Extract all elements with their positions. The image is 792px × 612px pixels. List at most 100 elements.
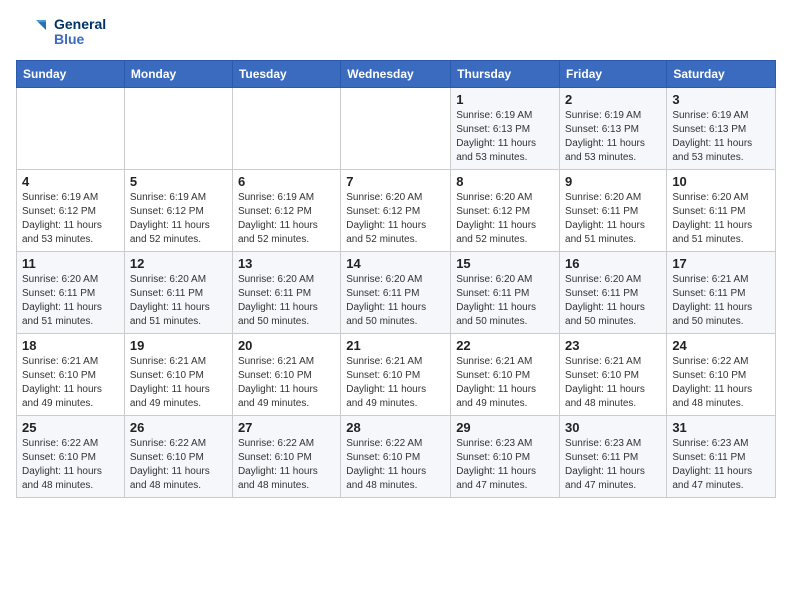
calendar-cell: 1 Sunrise: 6:19 AM Sunset: 6:13 PM Daylig… bbox=[451, 88, 560, 170]
day-number: 7 bbox=[346, 174, 445, 189]
day-number: 27 bbox=[238, 420, 335, 435]
day-number: 15 bbox=[456, 256, 554, 271]
calendar-cell: 18Sunrise: 6:21 AM Sunset: 6:10 PM Dayli… bbox=[17, 334, 125, 416]
week-row-1: 1 Sunrise: 6:19 AM Sunset: 6:13 PM Daylig… bbox=[17, 88, 776, 170]
day-number: 9 bbox=[565, 174, 661, 189]
weekday-header-monday: Monday bbox=[124, 61, 232, 88]
logo-general: General bbox=[54, 17, 106, 32]
day-number: 1 bbox=[456, 92, 554, 107]
day-number: 3 bbox=[672, 92, 770, 107]
calendar-cell: 11 Sunrise: 6:20 AM Sunset: 6:11 PM Dayli… bbox=[17, 252, 125, 334]
day-info: Sunrise: 6:20 AM Sunset: 6:11 PM Dayligh… bbox=[565, 191, 661, 247]
logo-blue: Blue bbox=[54, 32, 106, 47]
week-row-4: 18 Sunrise: 6:21 AM Sunset: 6:10 PM Dayli… bbox=[17, 334, 776, 416]
calendar-cell: 24 Sunrise: 6:22 AM Sunset: 6:10 PM Dayli… bbox=[667, 334, 776, 416]
calendar-cell bbox=[232, 88, 340, 170]
calendar-cell: 17 Sunrise: 6:21 AM Sunset: 6:11 PM Dayli… bbox=[667, 252, 776, 334]
logo: General Blue bbox=[16, 16, 106, 48]
calendar-cell: 14Sunrise: 6:20 AM Sunset: 6:11 PM Dayli… bbox=[341, 252, 451, 334]
day-info: Sunrise: 6:22 AM Sunset: 6:10 PM Dayligh… bbox=[346, 437, 445, 493]
day-info: Sunrise: 6:23 AM Sunset: 6:11 PM Dayligh… bbox=[672, 437, 770, 493]
day-number: 12 bbox=[130, 256, 227, 271]
calendar-cell: 27 Sunrise: 6:22 AM Sunset: 6:10 PM Dayli… bbox=[232, 416, 340, 498]
day-number: 19 bbox=[130, 338, 227, 353]
weekday-header-friday: Friday bbox=[560, 61, 667, 88]
day-info: Sunrise: 6:21 AM Sunset: 6:11 PM Dayligh… bbox=[672, 273, 770, 329]
calendar-cell: 12 Sunrise: 6:20 AM Sunset: 6:11 PM Dayli… bbox=[124, 252, 232, 334]
calendar-cell: 30Sunrise: 6:23 AM Sunset: 6:11 PM Dayli… bbox=[560, 416, 667, 498]
calendar-cell: 20Sunrise: 6:21 AM Sunset: 6:10 PM Dayli… bbox=[232, 334, 340, 416]
day-number: 18 bbox=[22, 338, 119, 353]
day-number: 23 bbox=[565, 338, 661, 353]
calendar-cell: 16 Sunrise: 6:20 AM Sunset: 6:11 PM Dayli… bbox=[560, 252, 667, 334]
day-info: Sunrise: 6:20 AM Sunset: 6:11 PM Dayligh… bbox=[22, 273, 119, 329]
day-info: Sunrise: 6:22 AM Sunset: 6:10 PM Dayligh… bbox=[238, 437, 335, 493]
calendar-cell: 22 Sunrise: 6:21 AM Sunset: 6:10 PM Dayli… bbox=[451, 334, 560, 416]
day-info: Sunrise: 6:19 AM Sunset: 6:12 PM Dayligh… bbox=[22, 191, 119, 247]
day-number: 29 bbox=[456, 420, 554, 435]
calendar-cell: 29Sunrise: 6:23 AM Sunset: 6:10 PM Dayli… bbox=[451, 416, 560, 498]
day-number: 6 bbox=[238, 174, 335, 189]
weekday-header-saturday: Saturday bbox=[667, 61, 776, 88]
logo-svg bbox=[16, 16, 48, 48]
day-number: 24 bbox=[672, 338, 770, 353]
day-info: Sunrise: 6:23 AM Sunset: 6:11 PM Dayligh… bbox=[565, 437, 661, 493]
day-info: Sunrise: 6:20 AM Sunset: 6:11 PM Dayligh… bbox=[672, 191, 770, 247]
day-number: 14 bbox=[346, 256, 445, 271]
weekday-header-wednesday: Wednesday bbox=[341, 61, 451, 88]
calendar-cell bbox=[341, 88, 451, 170]
day-number: 28 bbox=[346, 420, 445, 435]
day-info: Sunrise: 6:19 AM Sunset: 6:13 PM Dayligh… bbox=[456, 109, 554, 165]
day-info: Sunrise: 6:22 AM Sunset: 6:10 PM Dayligh… bbox=[672, 355, 770, 411]
day-info: Sunrise: 6:20 AM Sunset: 6:11 PM Dayligh… bbox=[238, 273, 335, 329]
calendar-cell: 10 Sunrise: 6:20 AM Sunset: 6:11 PM Dayli… bbox=[667, 170, 776, 252]
calendar-cell: 7 Sunrise: 6:20 AM Sunset: 6:12 PM Daylig… bbox=[341, 170, 451, 252]
calendar-cell: 4Sunrise: 6:19 AM Sunset: 6:12 PM Daylig… bbox=[17, 170, 125, 252]
day-number: 2 bbox=[565, 92, 661, 107]
calendar-cell: 3 Sunrise: 6:19 AM Sunset: 6:13 PM Daylig… bbox=[667, 88, 776, 170]
day-number: 16 bbox=[565, 256, 661, 271]
day-number: 22 bbox=[456, 338, 554, 353]
day-number: 26 bbox=[130, 420, 227, 435]
day-info: Sunrise: 6:20 AM Sunset: 6:11 PM Dayligh… bbox=[456, 273, 554, 329]
calendar-cell: 6 Sunrise: 6:19 AM Sunset: 6:12 PM Daylig… bbox=[232, 170, 340, 252]
calendar-cell: 23 Sunrise: 6:21 AM Sunset: 6:10 PM Dayli… bbox=[560, 334, 667, 416]
calendar-cell: 8 Sunrise: 6:20 AM Sunset: 6:12 PM Daylig… bbox=[451, 170, 560, 252]
weekday-header-thursday: Thursday bbox=[451, 61, 560, 88]
calendar-cell: 28 Sunrise: 6:22 AM Sunset: 6:10 PM Dayli… bbox=[341, 416, 451, 498]
day-info: Sunrise: 6:21 AM Sunset: 6:10 PM Dayligh… bbox=[456, 355, 554, 411]
calendar-cell: 13 Sunrise: 6:20 AM Sunset: 6:11 PM Dayli… bbox=[232, 252, 340, 334]
day-number: 17 bbox=[672, 256, 770, 271]
day-info: Sunrise: 6:22 AM Sunset: 6:10 PM Dayligh… bbox=[130, 437, 227, 493]
day-info: Sunrise: 6:19 AM Sunset: 6:13 PM Dayligh… bbox=[672, 109, 770, 165]
day-number: 8 bbox=[456, 174, 554, 189]
day-info: Sunrise: 6:19 AM Sunset: 6:13 PM Dayligh… bbox=[565, 109, 661, 165]
day-number: 10 bbox=[672, 174, 770, 189]
calendar-cell: 5Sunrise: 6:19 AM Sunset: 6:12 PM Daylig… bbox=[124, 170, 232, 252]
calendar-cell: 25 Sunrise: 6:22 AM Sunset: 6:10 PM Dayli… bbox=[17, 416, 125, 498]
day-number: 20 bbox=[238, 338, 335, 353]
day-info: Sunrise: 6:21 AM Sunset: 6:10 PM Dayligh… bbox=[565, 355, 661, 411]
day-info: Sunrise: 6:20 AM Sunset: 6:11 PM Dayligh… bbox=[565, 273, 661, 329]
day-info: Sunrise: 6:20 AM Sunset: 6:11 PM Dayligh… bbox=[130, 273, 227, 329]
day-number: 5 bbox=[130, 174, 227, 189]
day-info: Sunrise: 6:20 AM Sunset: 6:12 PM Dayligh… bbox=[346, 191, 445, 247]
day-info: Sunrise: 6:20 AM Sunset: 6:12 PM Dayligh… bbox=[456, 191, 554, 247]
day-number: 31 bbox=[672, 420, 770, 435]
calendar-cell: 31 Sunrise: 6:23 AM Sunset: 6:11 PM Dayli… bbox=[667, 416, 776, 498]
day-number: 11 bbox=[22, 256, 119, 271]
logo-text-block: General Blue bbox=[16, 16, 106, 48]
day-info: Sunrise: 6:21 AM Sunset: 6:10 PM Dayligh… bbox=[130, 355, 227, 411]
day-info: Sunrise: 6:22 AM Sunset: 6:10 PM Dayligh… bbox=[22, 437, 119, 493]
day-number: 13 bbox=[238, 256, 335, 271]
day-info: Sunrise: 6:21 AM Sunset: 6:10 PM Dayligh… bbox=[346, 355, 445, 411]
weekday-header-row: SundayMondayTuesdayWednesdayThursdayFrid… bbox=[17, 61, 776, 88]
calendar-cell: 21Sunrise: 6:21 AM Sunset: 6:10 PM Dayli… bbox=[341, 334, 451, 416]
weekday-header-tuesday: Tuesday bbox=[232, 61, 340, 88]
day-info: Sunrise: 6:19 AM Sunset: 6:12 PM Dayligh… bbox=[238, 191, 335, 247]
calendar-cell: 2 Sunrise: 6:19 AM Sunset: 6:13 PM Daylig… bbox=[560, 88, 667, 170]
calendar-cell bbox=[17, 88, 125, 170]
weekday-header-sunday: Sunday bbox=[17, 61, 125, 88]
day-number: 25 bbox=[22, 420, 119, 435]
calendar-table: SundayMondayTuesdayWednesdayThursdayFrid… bbox=[16, 60, 776, 498]
